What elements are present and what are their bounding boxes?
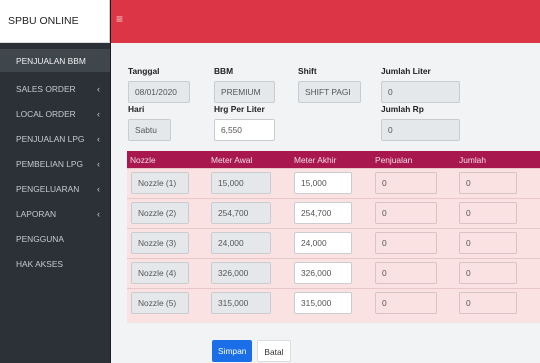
nozzle-name-cell[interactable]: Nozzle (2) bbox=[131, 202, 189, 224]
sidebar-item-label: PEMBELIAN LPG bbox=[16, 158, 84, 169]
shift-input[interactable]: SHIFT PAGI bbox=[298, 81, 361, 103]
bbm-label: BBM bbox=[214, 66, 234, 76]
sidebar-item-penjualan-lpg[interactable]: PENJUALAN LPG ‹ bbox=[0, 127, 110, 150]
jumlah-cell[interactable]: 0 bbox=[459, 292, 517, 314]
table-row: Nozzle (2) 254,700 254,700 0 0 bbox=[127, 198, 540, 227]
sidebar-item-penjualan-bbm[interactable]: PENJUALAN BBM bbox=[0, 49, 110, 72]
tanggal-input[interactable]: 08/01/2020 bbox=[128, 81, 190, 103]
jumlah-cell[interactable]: 0 bbox=[459, 172, 517, 194]
hrg-per-liter-input[interactable]: 6,550 bbox=[214, 119, 275, 141]
table-row: Nozzle (1) 15,000 15,000 0 0 bbox=[127, 168, 540, 197]
jumlah-cell[interactable]: 0 bbox=[459, 232, 517, 254]
nozzle-name-cell[interactable]: Nozzle (3) bbox=[131, 232, 189, 254]
sidebar-item-sales-order[interactable]: SALES ORDER ‹ bbox=[0, 77, 110, 100]
column-header-meter-awal: Meter Awal bbox=[211, 155, 253, 165]
penjualan-cell[interactable]: 0 bbox=[375, 262, 437, 284]
column-header-meter-akhir: Meter Akhir bbox=[294, 155, 337, 165]
meter-awal-cell[interactable]: 15,000 bbox=[211, 172, 271, 194]
nozzle-name-cell[interactable]: Nozzle (5) bbox=[131, 292, 189, 314]
chevron-left-icon: ‹ bbox=[97, 83, 100, 94]
meter-awal-cell[interactable]: 24,000 bbox=[211, 232, 271, 254]
top-bar: ≡ bbox=[111, 0, 540, 43]
nozzle-table: Nozzle (1) 15,000 15,000 0 0 Nozzle (2) … bbox=[127, 151, 540, 323]
penjualan-cell[interactable]: 0 bbox=[375, 232, 437, 254]
sidebar-item-label: PENGELUARAN bbox=[16, 183, 80, 194]
sidebar-nav: PENJUALAN BBM SALES ORDER ‹ LOCAL ORDER … bbox=[0, 49, 110, 275]
sidebar-item-local-order[interactable]: LOCAL ORDER ‹ bbox=[0, 102, 110, 125]
sidebar: SPBU ONLINE PENJUALAN BBM SALES ORDER ‹ … bbox=[0, 0, 111, 363]
jumlah-rp-label: Jumlah Rp bbox=[381, 104, 424, 114]
meter-akhir-input[interactable]: 15,000 bbox=[294, 172, 352, 194]
table-row: Nozzle (4) 326,000 326,000 0 0 bbox=[127, 258, 540, 287]
meter-akhir-input[interactable]: 24,000 bbox=[294, 232, 352, 254]
nozzle-table-header: Nozzle Meter Awal Meter Akhir Penjualan … bbox=[127, 151, 540, 168]
main-content: Tanggal 08/01/2020 BBM PREMIUM Shift SHI… bbox=[111, 43, 540, 363]
sidebar-item-pengguna[interactable]: PENGGUNA bbox=[0, 227, 110, 250]
hari-input[interactable]: Sabtu bbox=[128, 119, 171, 141]
sidebar-item-label: LAPORAN bbox=[16, 208, 57, 219]
form-actions: Simpan Batal bbox=[212, 340, 291, 362]
column-header-penjualan: Penjualan bbox=[375, 155, 413, 165]
hamburger-menu-icon[interactable]: ≡ bbox=[116, 12, 123, 26]
penjualan-cell[interactable]: 0 bbox=[375, 202, 437, 224]
meter-akhir-input[interactable]: 326,000 bbox=[294, 262, 352, 284]
field-shift: Shift SHIFT PAGI bbox=[298, 66, 361, 103]
field-tanggal: Tanggal 08/01/2020 bbox=[128, 66, 190, 103]
jumlah-liter-input[interactable]: 0 bbox=[381, 81, 460, 103]
sidebar-item-label: LOCAL ORDER bbox=[16, 108, 76, 119]
field-hari: Hari Sabtu bbox=[128, 104, 171, 141]
jumlah-liter-label: Jumlah Liter bbox=[381, 66, 431, 76]
app-title: SPBU ONLINE bbox=[0, 0, 110, 43]
chevron-left-icon: ‹ bbox=[97, 108, 100, 119]
penjualan-cell[interactable]: 0 bbox=[375, 172, 437, 194]
column-header-nozzle: Nozzle bbox=[130, 155, 156, 165]
shift-label: Shift bbox=[298, 66, 317, 76]
penjualan-cell[interactable]: 0 bbox=[375, 292, 437, 314]
bbm-input[interactable]: PREMIUM bbox=[214, 81, 275, 103]
meter-akhir-input[interactable]: 315,000 bbox=[294, 292, 352, 314]
meter-awal-cell[interactable]: 315,000 bbox=[211, 292, 271, 314]
tanggal-label: Tanggal bbox=[128, 66, 160, 76]
hari-label: Hari bbox=[128, 104, 145, 114]
sidebar-item-label: PENJUALAN LPG bbox=[16, 133, 85, 144]
sidebar-item-pembelian-lpg[interactable]: PEMBELIAN LPG ‹ bbox=[0, 152, 110, 175]
field-jumlah-liter: Jumlah Liter 0 bbox=[381, 66, 460, 103]
cancel-button[interactable]: Batal bbox=[257, 340, 291, 362]
save-button[interactable]: Simpan bbox=[212, 340, 253, 362]
chevron-left-icon: ‹ bbox=[97, 133, 100, 144]
meter-akhir-input[interactable]: 254,700 bbox=[294, 202, 352, 224]
table-row: Nozzle (5) 315,000 315,000 0 0 bbox=[127, 288, 540, 317]
jumlah-cell[interactable]: 0 bbox=[459, 202, 517, 224]
field-jumlah-rp: Jumlah Rp 0 bbox=[381, 104, 460, 141]
jumlah-cell[interactable]: 0 bbox=[459, 262, 517, 284]
meter-awal-cell[interactable]: 254,700 bbox=[211, 202, 271, 224]
meter-awal-cell[interactable]: 326,000 bbox=[211, 262, 271, 284]
field-bbm: BBM PREMIUM bbox=[214, 66, 275, 103]
column-header-jumlah: Jumlah bbox=[459, 155, 486, 165]
chevron-left-icon: ‹ bbox=[97, 158, 100, 169]
hrg-per-liter-label: Hrg Per Liter bbox=[214, 104, 265, 114]
nozzle-name-cell[interactable]: Nozzle (4) bbox=[131, 262, 189, 284]
chevron-left-icon: ‹ bbox=[97, 208, 100, 219]
sidebar-item-label: PENGGUNA bbox=[16, 233, 64, 244]
sidebar-item-laporan[interactable]: LAPORAN ‹ bbox=[0, 202, 110, 225]
sidebar-item-label: SALES ORDER bbox=[16, 83, 76, 94]
field-hrg-per-liter: Hrg Per Liter 6,550 bbox=[214, 104, 275, 141]
sidebar-item-label: PENJUALAN BBM bbox=[16, 55, 86, 66]
table-row: Nozzle (3) 24,000 24,000 0 0 bbox=[127, 228, 540, 257]
sidebar-item-pengeluaran[interactable]: PENGELUARAN ‹ bbox=[0, 177, 110, 200]
chevron-left-icon: ‹ bbox=[97, 183, 100, 194]
nozzle-name-cell[interactable]: Nozzle (1) bbox=[131, 172, 189, 194]
sidebar-item-hak-akses[interactable]: HAK AKSES bbox=[0, 252, 110, 275]
jumlah-rp-input[interactable]: 0 bbox=[381, 119, 460, 141]
sidebar-item-label: HAK AKSES bbox=[16, 258, 64, 269]
